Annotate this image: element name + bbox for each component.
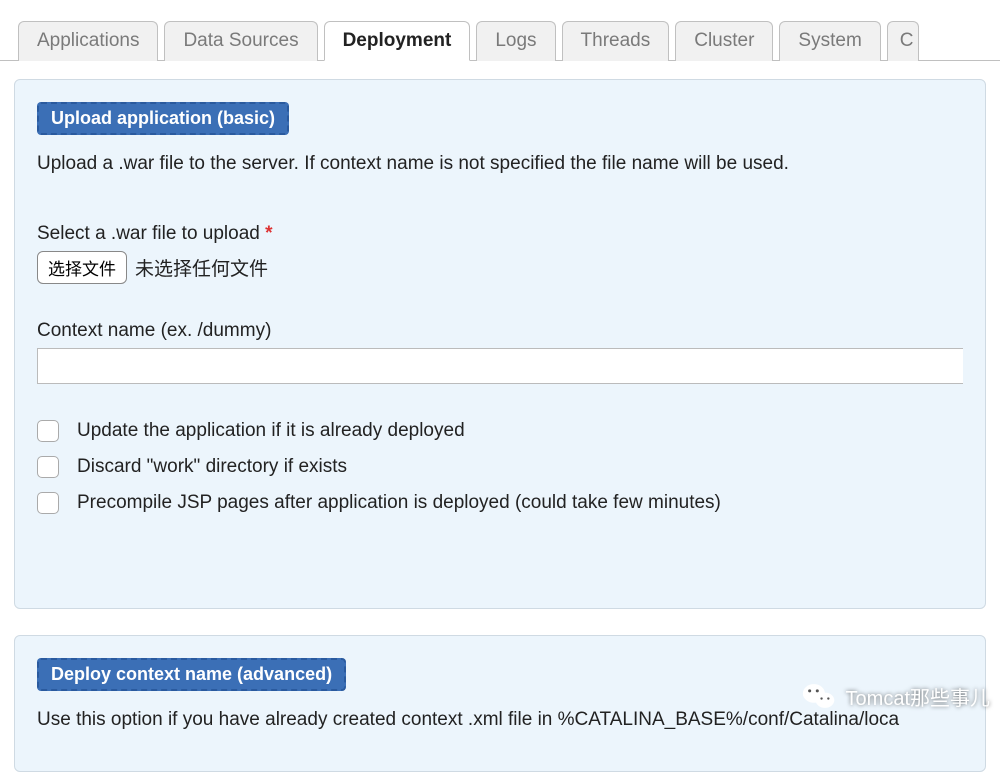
tab-threads[interactable]: Threads <box>562 21 670 61</box>
choose-file-button[interactable]: 选择文件 <box>37 251 127 284</box>
upload-panel: Upload application (basic) Upload a .war… <box>14 79 986 609</box>
tab-cluster[interactable]: Cluster <box>675 21 773 61</box>
file-status-text: 未选择任何文件 <box>135 254 268 281</box>
precompile-checkbox[interactable] <box>37 492 59 514</box>
file-label-text: Select a .war file to upload <box>37 223 260 244</box>
upload-panel-title: Upload application (basic) <box>37 102 289 135</box>
wechat-icon <box>802 681 836 711</box>
file-input-row: 选择文件 未选择任何文件 <box>37 251 963 284</box>
tab-overflow[interactable]: C <box>887 21 919 61</box>
file-field-label: Select a .war file to upload * <box>37 223 963 245</box>
tab-deployment[interactable]: Deployment <box>324 21 471 61</box>
tab-datasources[interactable]: Data Sources <box>164 21 317 61</box>
tab-system[interactable]: System <box>779 21 880 61</box>
context-name-label: Context name (ex. /dummy) <box>37 320 963 342</box>
content-area: Upload application (basic) Upload a .war… <box>0 61 1000 772</box>
tab-bar: Applications Data Sources Deployment Log… <box>0 20 1000 61</box>
discard-checkbox-label: Discard "work" directory if exists <box>77 456 347 478</box>
discard-checkbox[interactable] <box>37 456 59 478</box>
required-star-icon: * <box>265 223 272 244</box>
precompile-checkbox-row: Precompile JSP pages after application i… <box>37 492 963 514</box>
precompile-checkbox-label: Precompile JSP pages after application i… <box>77 492 721 514</box>
update-checkbox[interactable] <box>37 420 59 442</box>
discard-checkbox-row: Discard "work" directory if exists <box>37 456 963 478</box>
watermark-text: Tomcat那些事儿 <box>846 682 990 711</box>
tab-logs[interactable]: Logs <box>476 21 555 61</box>
context-name-input[interactable] <box>37 348 963 384</box>
upload-panel-desc: Upload a .war file to the server. If con… <box>37 153 963 175</box>
update-checkbox-row: Update the application if it is already … <box>37 420 963 442</box>
watermark: Tomcat那些事儿 <box>792 675 1000 717</box>
update-checkbox-label: Update the application if it is already … <box>77 420 465 442</box>
tab-applications[interactable]: Applications <box>18 21 158 61</box>
deploy-panel-title: Deploy context name (advanced) <box>37 658 346 691</box>
